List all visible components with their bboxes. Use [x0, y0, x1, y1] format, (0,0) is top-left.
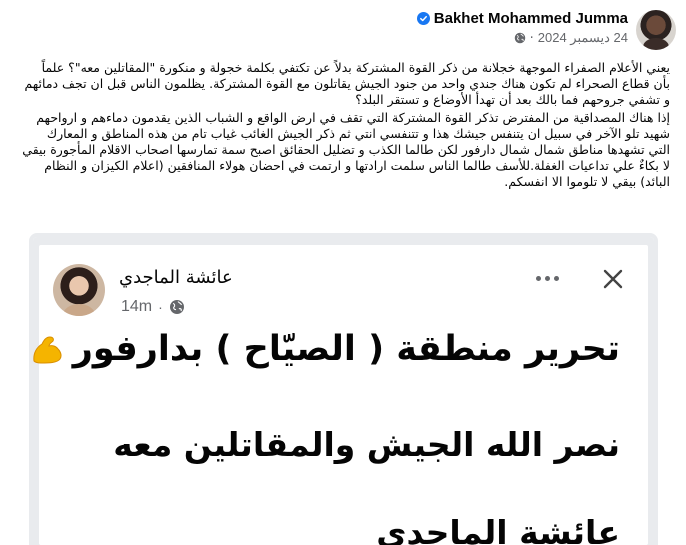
post-header: Bakhet Mohammed Jumma · 24 ديسمبر 2024 [0, 8, 686, 52]
shared-line-2: نصر الله الجيش والمقاتلين معه [113, 425, 620, 464]
author-block: Bakhet Mohammed Jumma · 24 ديسمبر 2024 [416, 10, 628, 46]
post-body: يعني الأعلام الصفراء الموجهة خجلانة من ذ… [22, 60, 670, 192]
post-paragraph-2: إذا هناك المصداقية من المفترض تذكر القوة… [22, 110, 670, 189]
post-paragraph-1: يعني الأعلام الصفراء الموجهة خجلانة من ذ… [24, 60, 670, 107]
author-line: Bakhet Mohammed Jumma [416, 10, 628, 27]
shared-headline-text: تحرير منطقة ( الصيّاح ) بدارفور [72, 329, 620, 369]
globe-icon [169, 300, 184, 314]
shared-meta-separator: · [158, 299, 163, 315]
close-icon [603, 269, 623, 289]
globe-icon[interactable] [514, 32, 526, 44]
shared-author-name: عائشة الماجدي [119, 267, 233, 288]
more-options-icon [536, 271, 562, 285]
shared-post-time: 14m [121, 298, 153, 315]
shared-signature: عائشة الماجدي [376, 513, 620, 545]
shared-post-card: عائشة الماجدي 14m · تحرير منطقة ( الصيّا… [33, 245, 648, 545]
verified-badge-icon [416, 12, 430, 25]
author-avatar[interactable] [636, 10, 676, 50]
meta-separator: · [529, 30, 534, 46]
shared-author-avatar [53, 264, 105, 316]
shared-headline: تحرير منطقة ( الصيّاح ) بدارفور [33, 329, 620, 369]
attached-screenshot[interactable]: عائشة الماجدي 14m · تحرير منطقة ( الصيّا… [33, 237, 654, 545]
post-meta: · 24 ديسمبر 2024 [417, 30, 628, 46]
post-date[interactable]: 24 ديسمبر 2024 [538, 30, 628, 46]
shared-post-meta: 14m · [121, 298, 185, 316]
author-name[interactable]: Bakhet Mohammed Jumma [434, 10, 628, 27]
flexed-biceps-emoji [33, 336, 62, 364]
